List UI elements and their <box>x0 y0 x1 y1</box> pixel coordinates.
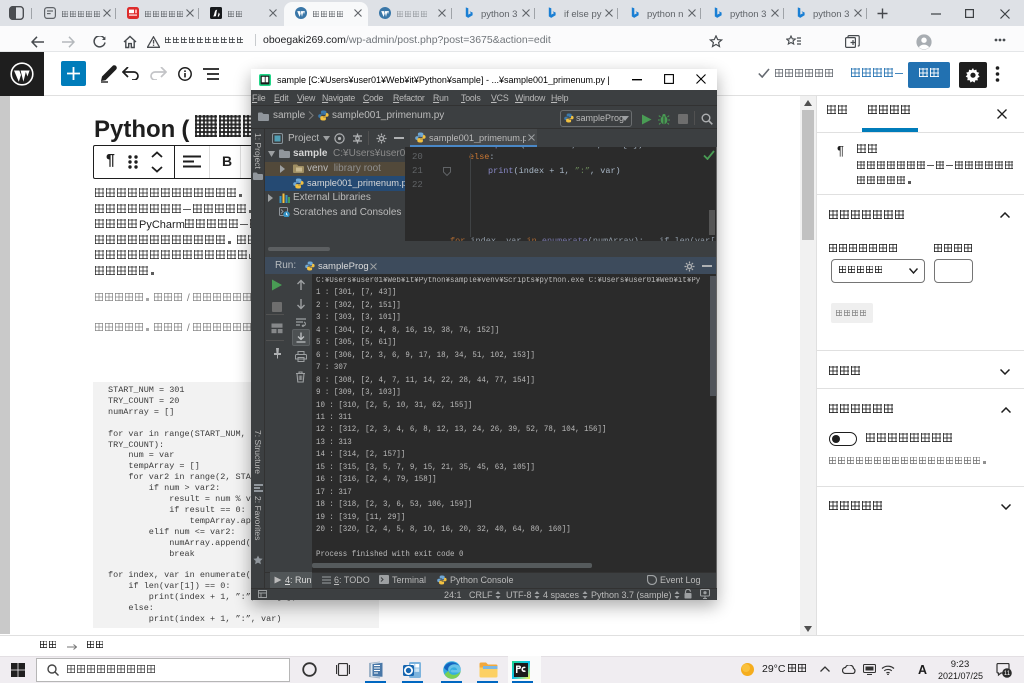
svg-text:11: 11 <box>1004 671 1011 677</box>
